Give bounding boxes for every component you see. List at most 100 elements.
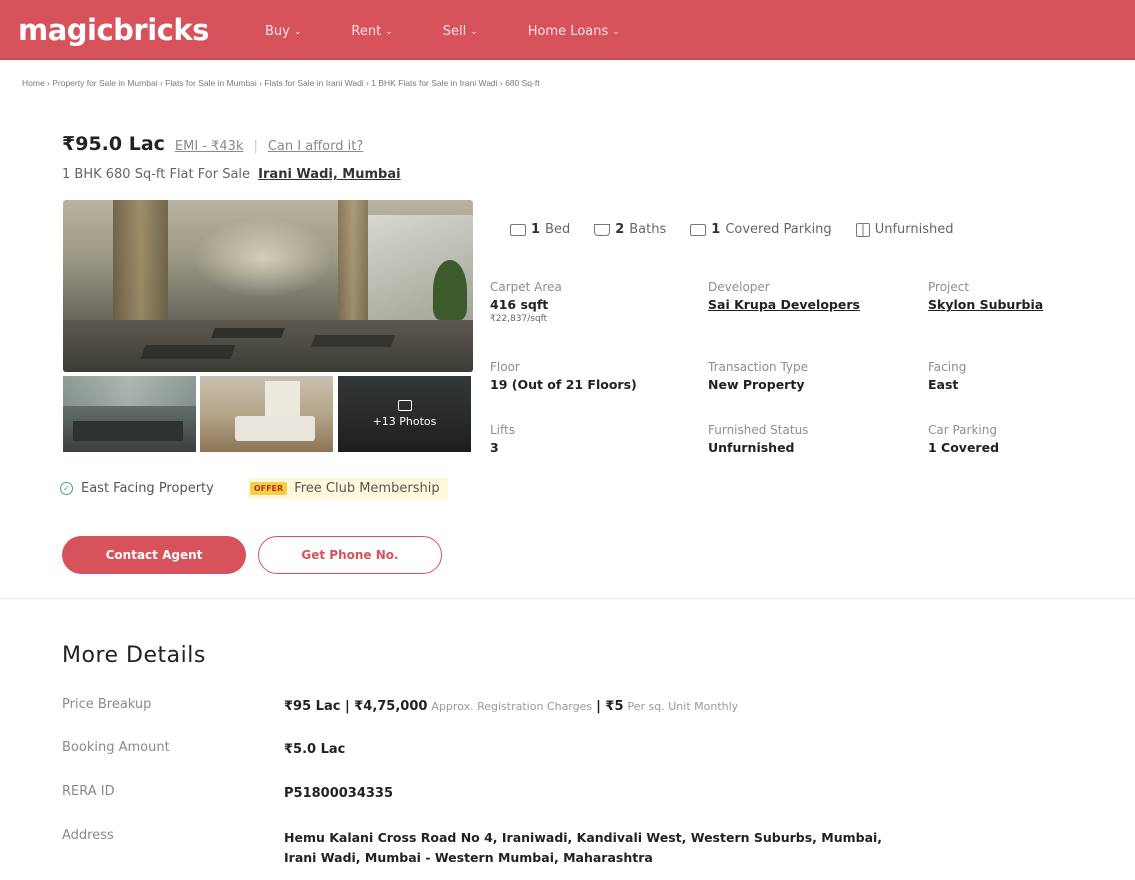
booking-amount-row: Booking Amount ₹5.0 Lac — [62, 740, 345, 760]
detail-value: Unfurnished — [708, 440, 795, 455]
photo-thumbnail[interactable] — [63, 376, 196, 452]
chevron-down-icon: ⌄ — [293, 26, 302, 37]
contact-agent-button[interactable]: Contact Agent — [62, 536, 246, 574]
main-photo[interactable] — [63, 200, 473, 372]
offer-text: Free Club Membership — [294, 481, 440, 496]
bed-count: 1 — [531, 222, 541, 237]
nav-rent[interactable]: Rent ⌄ — [351, 24, 392, 39]
offer-tag: OFFER Free Club Membership — [247, 478, 448, 499]
detail-value: 1 Covered — [928, 440, 1000, 455]
detail-facing: Facing East — [928, 360, 966, 392]
logo[interactable]: magicbricks — [18, 13, 209, 47]
row-value: ₹95 Lac | ₹4,75,000 Approx. Registration … — [284, 697, 742, 717]
detail-label: Transaction Type — [708, 360, 809, 374]
bath-label: Baths — [629, 222, 667, 237]
detail-label: Carpet Area — [490, 280, 562, 294]
more-photos-thumbnail[interactable]: +13 Photos — [338, 376, 471, 452]
nav-rent-label: Rent — [351, 24, 382, 39]
price-breakup-value: ₹95 Lac | ₹4,75,000 — [284, 699, 428, 714]
detail-transaction: Transaction Type New Property — [708, 360, 808, 392]
location-link[interactable]: Irani Wadi, Mumbai — [258, 167, 400, 182]
main-nav: Buy ⌄ Rent ⌄ Sell ⌄ Home Loans ⌄ — [265, 24, 670, 39]
chevron-down-icon: ⌄ — [385, 26, 393, 37]
price-row: ₹95.0 Lac EMI - ₹43k | Can I afford it? — [62, 133, 363, 155]
tags-row: ✓ East Facing Property OFFER Free Club M… — [60, 478, 448, 499]
breadcrumb[interactable]: Home › Property for Sale in Mumbai › Fla… — [22, 78, 540, 88]
divider — [0, 598, 1135, 599]
afford-link[interactable]: Can I afford it? — [268, 139, 363, 154]
site-header: magicbricks Buy ⌄ Rent ⌄ Sell ⌄ Home Loans ⌄ — [0, 0, 1135, 60]
parking-icon — [690, 223, 707, 236]
detail-value: New Property — [708, 377, 805, 392]
detail-label: Facing — [928, 360, 967, 374]
rera-id-row: RERA ID P51800034335 — [62, 784, 393, 804]
feature-furnish: Unfurnished — [855, 222, 954, 237]
detail-label: Furnished Status — [708, 423, 809, 437]
detail-developer: Developer Sai Krupa Developers — [708, 280, 860, 312]
parking-count: 1 — [711, 222, 721, 237]
price: ₹95.0 Lac — [62, 133, 165, 155]
row-label: Price Breakup — [62, 697, 152, 712]
row-value: P51800034335 — [284, 786, 394, 801]
maintenance-value: | ₹5 — [596, 699, 624, 714]
detail-value: East — [928, 377, 959, 392]
nav-sell-label: Sell — [442, 24, 467, 39]
detail-value: 3 — [490, 440, 499, 455]
maintenance-note: Per sq. Unit Monthly — [627, 700, 739, 713]
facing-tag: East Facing Property — [81, 481, 214, 496]
detail-label: Car Parking — [928, 423, 997, 437]
property-title: 1 BHK 680 Sq-ft Flat For Sale — [62, 167, 251, 182]
parking-label: Covered Parking — [725, 222, 832, 237]
row-label: Booking Amount — [62, 740, 170, 755]
bath-icon — [594, 223, 611, 236]
more-photos-label: +13 Photos — [372, 415, 437, 428]
row-value: Hemu Kalani Cross Road No 4, Iraniwadi, … — [284, 828, 882, 868]
detail-lifts: Lifts 3 — [490, 423, 515, 455]
nav-buy-label: Buy — [265, 24, 290, 39]
address-line-2: Irani Wadi, Mumbai - Western Mumbai, Mah… — [284, 850, 653, 865]
project-link[interactable]: Skylon Suburbia — [928, 297, 1043, 312]
separator: | — [253, 139, 258, 154]
bed-label: Bed — [545, 222, 571, 237]
detail-furnished: Furnished Status Unfurnished — [708, 423, 808, 455]
furnish-icon — [855, 222, 870, 237]
chevron-down-icon: ⌄ — [612, 26, 620, 37]
address-line-1: Hemu Kalani Cross Road No 4, Iraniwadi, … — [284, 830, 883, 845]
camera-icon — [397, 400, 412, 411]
detail-floor: Floor 19 (Out of 21 Floors) — [490, 360, 637, 392]
feature-row: 1 Bed 2 Baths 1 Covered Parking Unfurnis… — [510, 222, 978, 237]
feature-bath: 2 Baths — [594, 222, 666, 237]
price-breakup-row: Price Breakup ₹95 Lac | ₹4,75,000 Approx.… — [62, 697, 742, 717]
nav-sell[interactable]: Sell ⌄ — [443, 24, 478, 39]
detail-label: Developer — [708, 280, 770, 294]
photo-thumbnail[interactable] — [200, 376, 333, 452]
check-circle-icon: ✓ — [60, 482, 73, 495]
nav-buy[interactable]: Buy ⌄ — [265, 24, 301, 39]
nav-home-loans[interactable]: Home Loans ⌄ — [528, 24, 620, 39]
row-label: RERA ID — [62, 784, 115, 799]
get-phone-button[interactable]: Get Phone No. — [258, 536, 442, 574]
bath-count: 2 — [615, 222, 625, 237]
nav-home-loans-label: Home Loans — [527, 24, 609, 39]
more-details-title: More Details — [62, 643, 206, 668]
detail-subvalue: ₹22,837/sqft — [490, 314, 548, 324]
row-label: Address — [62, 828, 114, 843]
row-value: ₹5.0 Lac — [284, 742, 346, 757]
emi-link[interactable]: EMI - ₹43k — [175, 139, 244, 154]
detail-value: 416 sqft — [490, 297, 549, 312]
developer-link[interactable]: Sai Krupa Developers — [708, 297, 860, 312]
address-row: Address Hemu Kalani Cross Road No 4, Ira… — [62, 828, 882, 868]
detail-label: Project — [928, 280, 970, 294]
offer-badge: OFFER — [249, 482, 288, 495]
detail-project: Project Skylon Suburbia — [928, 280, 1043, 312]
registration-note: Approx. Registration Charges — [431, 700, 593, 713]
detail-car-parking: Car Parking 1 Covered — [928, 423, 999, 455]
detail-value: 19 (Out of 21 Floors) — [490, 377, 637, 392]
detail-carpet-area: Carpet Area 416 sqft ₹22,837/sqft — [490, 280, 562, 324]
feature-parking: 1 Covered Parking — [690, 222, 832, 237]
feature-bed: 1 Bed — [510, 222, 570, 237]
property-subtitle: 1 BHK 680 Sq-ft Flat For Sale Irani Wadi… — [62, 167, 401, 182]
chevron-down-icon: ⌄ — [470, 26, 478, 37]
furnish-label: Unfurnished — [874, 222, 954, 237]
detail-label: Lifts — [490, 423, 515, 437]
